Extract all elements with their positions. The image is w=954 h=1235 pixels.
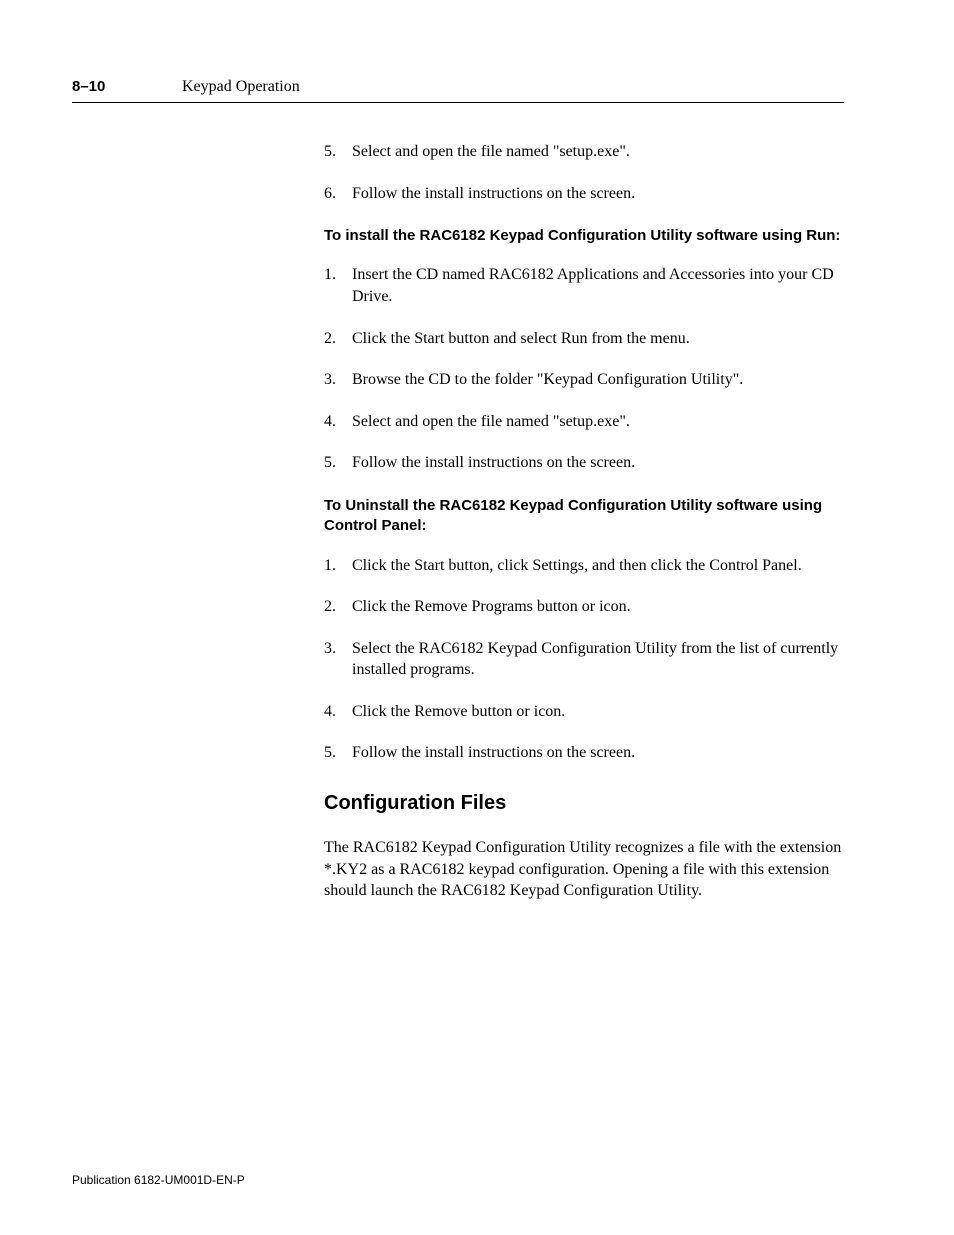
list-number: 5.	[324, 141, 352, 163]
list-number: 4.	[324, 411, 352, 433]
list-install-run: 1. Insert the CD named RAC6182 Applicati…	[324, 264, 844, 474]
list-item: 5. Select and open the file named "setup…	[324, 141, 844, 163]
page-header: 8–10 Keypad Operation	[72, 78, 844, 103]
list-number: 5.	[324, 452, 352, 474]
list-number: 3.	[324, 638, 352, 681]
list-uninstall: 1. Click the Start button, click Setting…	[324, 555, 844, 765]
body-paragraph: The RAC6182 Keypad Configuration Utility…	[324, 837, 844, 902]
list-number: 4.	[324, 701, 352, 723]
list-text: Click the Remove Programs button or icon…	[352, 596, 844, 618]
list-text: Select and open the file named "setup.ex…	[352, 411, 844, 433]
list-text: Follow the install instructions on the s…	[352, 742, 844, 764]
list-text: Click the Start button, click Settings, …	[352, 555, 844, 577]
list-text: Follow the install instructions on the s…	[352, 452, 844, 474]
list-text: Follow the install instructions on the s…	[352, 183, 844, 205]
list-number: 2.	[324, 328, 352, 350]
list-item: 2. Click the Start button and select Run…	[324, 328, 844, 350]
main-content: 5. Select and open the file named "setup…	[324, 141, 844, 902]
list-item: 3. Browse the CD to the folder "Keypad C…	[324, 369, 844, 391]
list-text: Insert the CD named RAC6182 Applications…	[352, 264, 844, 307]
list-number: 5.	[324, 742, 352, 764]
page-number: 8–10	[72, 78, 182, 95]
list-item: 1. Click the Start button, click Setting…	[324, 555, 844, 577]
list-item: 4. Click the Remove button or icon.	[324, 701, 844, 723]
list-text: Select the RAC6182 Keypad Configuration …	[352, 638, 844, 681]
list-text: Select and open the file named "setup.ex…	[352, 141, 844, 163]
footer-publication: Publication 6182-UM001D-EN-P	[72, 1173, 245, 1187]
list-item: 5. Follow the install instructions on th…	[324, 452, 844, 474]
subheading-uninstall: To Uninstall the RAC6182 Keypad Configur…	[324, 496, 844, 537]
page-container: 8–10 Keypad Operation 5. Select and open…	[0, 0, 954, 1235]
list-item: 4. Select and open the file named "setup…	[324, 411, 844, 433]
list-text: Click the Remove button or icon.	[352, 701, 844, 723]
list-continuation: 5. Select and open the file named "setup…	[324, 141, 844, 204]
list-number: 2.	[324, 596, 352, 618]
list-number: 3.	[324, 369, 352, 391]
list-number: 1.	[324, 555, 352, 577]
list-text: Click the Start button and select Run fr…	[352, 328, 844, 350]
list-text: Browse the CD to the folder "Keypad Conf…	[352, 369, 844, 391]
list-item: 2. Click the Remove Programs button or i…	[324, 596, 844, 618]
list-item: 6. Follow the install instructions on th…	[324, 183, 844, 205]
list-number: 1.	[324, 264, 352, 307]
list-number: 6.	[324, 183, 352, 205]
subheading-install-run: To install the RAC6182 Keypad Configurat…	[324, 226, 844, 246]
list-item: 5. Follow the install instructions on th…	[324, 742, 844, 764]
section-heading-configuration-files: Configuration Files	[324, 792, 844, 815]
list-item: 1. Insert the CD named RAC6182 Applicati…	[324, 264, 844, 307]
header-title: Keypad Operation	[182, 78, 300, 96]
list-item: 3. Select the RAC6182 Keypad Configurati…	[324, 638, 844, 681]
